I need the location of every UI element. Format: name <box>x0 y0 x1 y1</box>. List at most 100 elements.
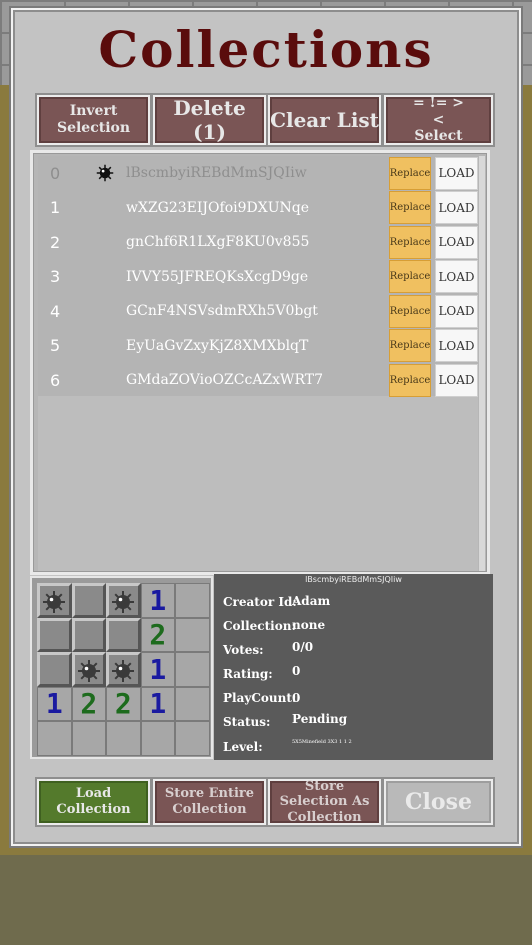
mine-icon <box>111 657 135 683</box>
background-ground <box>0 855 532 945</box>
store-entire-collection-label: Store Entire Collection <box>164 786 255 817</box>
open-cell <box>175 721 210 756</box>
row-level-name: gnChf6R1LXgF8KU0v855 <box>126 234 310 251</box>
row-number: 3 <box>50 267 61 287</box>
status-label: Status: <box>223 715 271 729</box>
replace-button[interactable]: Replace <box>389 156 431 190</box>
load-button[interactable]: LOAD <box>435 260 478 294</box>
number-cell: 2 <box>106 686 141 721</box>
mine-cell <box>106 583 141 618</box>
collection-list-viewport: 0 lBscmbyiREBdMmSJQIiw Replace LOAD 1 wXZG23E… <box>38 156 478 571</box>
row-number: 1 <box>50 198 61 218</box>
clear-list-button[interactable]: Clear List <box>268 95 381 145</box>
clear-list-label: Clear List <box>270 108 379 132</box>
row-level-name: lBscmbyiREBdMmSJQIiw <box>126 165 307 182</box>
replace-button[interactable]: Replace <box>389 329 431 363</box>
replace-button[interactable]: Replace <box>389 225 431 259</box>
row-number: 0 <box>50 163 61 183</box>
page-title: Collections <box>98 20 434 79</box>
open-cell <box>175 617 210 652</box>
mine-cell <box>37 583 72 618</box>
list-row[interactable]: 5 EyUaGvZxyKjZ8XMXblqT Replace LOAD <box>38 329 478 364</box>
list-scrollbar[interactable] <box>479 156 485 571</box>
open-cell <box>71 721 106 756</box>
creator-value: Adam <box>292 594 331 608</box>
mine-icon <box>42 588 66 614</box>
replace-button[interactable]: Replace <box>389 260 431 294</box>
list-row[interactable]: 4 GCnF4NSVsdmRXh5V0bgt Replace LOAD <box>38 294 478 329</box>
playcount-label: PlayCount: <box>223 691 297 705</box>
row-number: 4 <box>50 301 61 321</box>
invert-selection-label: Invert Selection <box>56 103 131 136</box>
mine-icon <box>111 588 135 614</box>
store-selection-label: Store Selection As Collection <box>279 778 370 825</box>
open-cell <box>175 652 210 687</box>
invert-selection-button[interactable]: Invert Selection <box>37 95 150 145</box>
covered-cell <box>37 652 72 687</box>
number-cell: 1 <box>140 686 175 721</box>
row-level-name: GMdaZOVioOZCcAZxWRT7 <box>126 372 323 389</box>
selected-mine-icon <box>96 164 114 182</box>
playcount-value: 0 <box>292 691 301 705</box>
open-cell <box>140 721 175 756</box>
collection-list[interactable]: 0 lBscmbyiREBdMmSJQIiw Replace LOAD 1 wXZG23E… <box>30 150 490 575</box>
number-cell: 2 <box>140 617 175 652</box>
load-button[interactable]: LOAD <box>435 191 478 225</box>
votes-value: 0/0 <box>292 640 314 654</box>
load-button[interactable]: LOAD <box>435 363 478 397</box>
replace-button[interactable]: Replace <box>389 294 431 328</box>
row-level-name: IVVY55JFREQKsXcgD9ge <box>126 268 309 285</box>
replace-button[interactable]: Replace <box>389 191 431 225</box>
mine-cell <box>106 652 141 687</box>
open-cell <box>106 721 141 756</box>
close-label: Close <box>405 788 472 815</box>
row-level-name: wXZG23EIJOfoi9DXUNqe <box>126 199 309 216</box>
load-collection-button[interactable]: Load Collection <box>37 779 150 825</box>
list-row[interactable]: 0 lBscmbyiREBdMmSJQIiw Replace LOAD <box>38 156 478 191</box>
delete-label: Delete (1) <box>173 96 246 144</box>
number-cell: 1 <box>140 652 175 687</box>
collection-value: none <box>292 618 326 632</box>
covered-cell <box>37 617 72 652</box>
close-button[interactable]: Close <box>384 779 493 825</box>
replace-button[interactable]: Replace <box>389 363 431 397</box>
open-cell <box>175 583 210 618</box>
load-button[interactable]: LOAD <box>435 156 478 190</box>
list-row[interactable]: 1 wXZG23EIJOfoi9DXUNqe Replace LOAD <box>38 191 478 226</box>
collection-rows: 0 lBscmbyiREBdMmSJQIiw Replace LOAD 1 wXZG23E… <box>38 156 478 398</box>
rating-label: Rating: <box>223 667 273 681</box>
list-row[interactable]: 2 gnChf6R1LXgF8KU0v855 Replace LOAD <box>38 225 478 260</box>
covered-cell <box>71 583 106 618</box>
number-cell: 1 <box>140 583 175 618</box>
number-cell: 1 <box>37 686 72 721</box>
status-value: Pending <box>292 712 348 726</box>
load-button[interactable]: LOAD <box>435 329 478 363</box>
load-collection-label: Load Collection <box>56 786 131 817</box>
mine-cell <box>71 652 106 687</box>
rating-value: 0 <box>292 664 301 678</box>
creator-label: Creator Id: <box>223 595 297 609</box>
delete-button[interactable]: Delete (1) <box>153 95 266 145</box>
votes-label: Votes: <box>223 643 264 657</box>
covered-cell <box>71 617 106 652</box>
select-filter-button[interactable]: = != > < Select <box>384 95 493 145</box>
load-button[interactable]: LOAD <box>435 294 478 328</box>
list-row[interactable]: 6 GMdaZOVioOZCcAZxWRT7 Replace LOAD <box>38 363 478 398</box>
number-cell: 2 <box>71 686 106 721</box>
row-number: 2 <box>50 232 61 252</box>
row-number: 6 <box>50 370 61 390</box>
list-row[interactable]: 3 IVVY55JFREQKsXcgD9ge Replace LOAD <box>38 260 478 295</box>
covered-cell <box>106 617 141 652</box>
store-entire-collection-button[interactable]: Store Entire Collection <box>153 779 266 825</box>
select-filter-label: = != > < Select <box>412 94 465 145</box>
row-level-name: GCnF4NSVsdmRXh5V0bgt <box>126 303 318 320</box>
level-id-header: lBscmbyiREBdMmSJQIiw <box>305 575 402 584</box>
store-selection-button[interactable]: Store Selection As Collection <box>268 779 381 825</box>
open-cell <box>37 721 72 756</box>
mine-icon <box>77 657 101 683</box>
row-level-name: EyUaGvZxyKjZ8XMXblqT <box>126 337 309 354</box>
load-button[interactable]: LOAD <box>435 225 478 259</box>
level-value: 5X5Minefield 3X3 1 1 2 <box>292 739 352 745</box>
collection-label: Collection: <box>223 619 296 633</box>
level-info-panel: lBscmbyiREBdMmSJQIiw Creator Id: Adam Co… <box>214 574 493 760</box>
